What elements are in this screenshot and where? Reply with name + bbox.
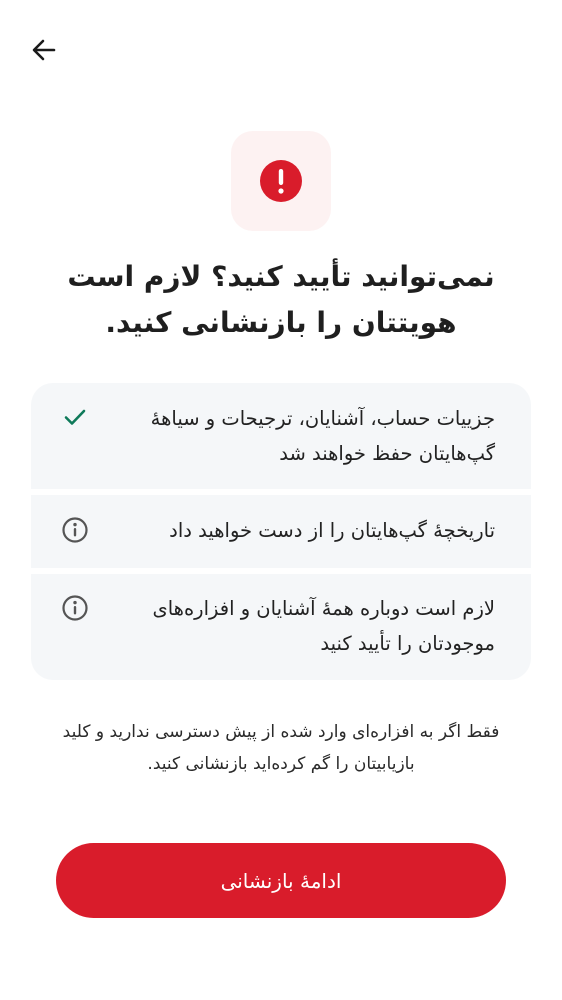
continue-reset-button[interactable]: ادامهٔ بازنشانی: [56, 843, 506, 918]
exclamation-circle-icon: [260, 160, 302, 202]
info-circle-icon: [61, 516, 89, 544]
info-item-text: جزییات حساب، آشنایان، ترجیحات و سیاههٔ گ…: [150, 407, 495, 465]
reset-identity-screen: نمی‌توانید تأیید کنید؟ لازم است هویتتان …: [0, 0, 562, 1000]
alert-icon-tile: [231, 131, 331, 231]
continue-reset-label: ادامهٔ بازنشانی: [220, 868, 342, 893]
arrow-left-icon: [32, 39, 56, 61]
reset-warning-note: فقط اگر به افزاره‌ای وارد شده از پیش دست…: [62, 722, 500, 774]
info-item-lose-history: تاریخچهٔ گپ‌هایتان را از دست خواهید داد: [31, 495, 531, 568]
info-item-text: لازم است دوباره همهٔ آشنایان و افزاره‌ها…: [152, 597, 495, 655]
info-item-reverify: لازم است دوباره همهٔ آشنایان و افزاره‌ها…: [31, 574, 531, 680]
info-item-keep-data: جزییات حساب، آشنایان، ترجیحات و سیاههٔ گ…: [31, 383, 531, 489]
page-title: نمی‌توانید تأیید کنید؟ لازم است هویتتان …: [67, 260, 495, 339]
info-circle-icon: [61, 594, 89, 622]
consequences-card: جزییات حساب، آشنایان، ترجیحات و سیاههٔ گ…: [31, 383, 531, 680]
info-item-text: تاریخچهٔ گپ‌هایتان را از دست خواهید داد: [169, 519, 495, 542]
back-button[interactable]: [24, 30, 64, 70]
check-icon: [61, 403, 89, 431]
